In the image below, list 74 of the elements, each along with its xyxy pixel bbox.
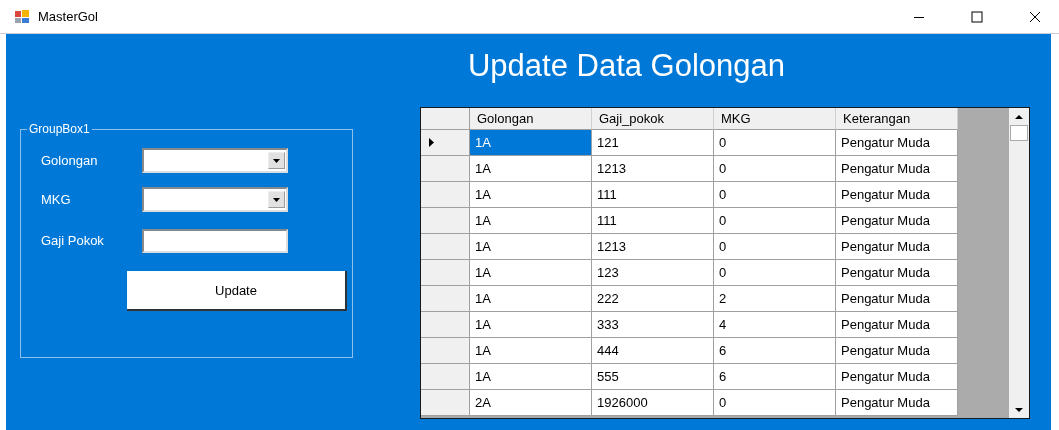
dropdown-icon[interactable]	[268, 152, 285, 169]
column-header[interactable]: Keterangan	[836, 108, 958, 130]
row-header[interactable]	[421, 234, 470, 260]
table-cell: Pengatur Muda	[836, 234, 958, 260]
table-cell: 4	[714, 312, 836, 338]
table-cell: 111	[592, 182, 714, 208]
table-cell: 0	[714, 234, 836, 260]
table-cell: 1A	[470, 208, 592, 234]
table-cell: Pengatur Muda	[836, 390, 958, 416]
row-header[interactable]	[421, 208, 470, 234]
table-cell: Pengatur Muda	[836, 286, 958, 312]
table-cell: 0	[714, 182, 836, 208]
maximize-icon[interactable]	[971, 10, 983, 23]
row-header[interactable]	[421, 312, 470, 338]
table-cell: 1926000	[592, 390, 714, 416]
table-cell: 0	[714, 130, 836, 156]
table-cell: 1A	[470, 364, 592, 390]
row-header[interactable]	[421, 130, 470, 156]
app-icon	[14, 8, 30, 25]
scrollbar[interactable]	[1009, 108, 1029, 418]
table-cell: Pengatur Muda	[836, 260, 958, 286]
dropdown-icon[interactable]	[268, 191, 285, 208]
table-cell: 6	[714, 364, 836, 390]
table-cell: Pengatur Muda	[836, 182, 958, 208]
table-cell: 1A	[470, 130, 592, 156]
table-cell: 1A	[470, 156, 592, 182]
table-cell: 6	[714, 338, 836, 364]
row-header[interactable]	[421, 338, 470, 364]
field-label: Gaji Pokok	[41, 233, 105, 248]
table-cell: 111	[592, 208, 714, 234]
row-header[interactable]	[421, 156, 470, 182]
table-cell: 1A	[470, 182, 592, 208]
table-cell: 2	[714, 286, 836, 312]
column-header[interactable]: Golongan	[470, 108, 592, 130]
row-header[interactable]	[421, 364, 470, 390]
row-header[interactable]	[421, 260, 470, 286]
table-cell: 1A	[470, 260, 592, 286]
table-cell: 444	[592, 338, 714, 364]
table-cell: 1A	[470, 286, 592, 312]
table-cell: 333	[592, 312, 714, 338]
group-box-title: GroupBox1	[27, 122, 92, 136]
row-header[interactable]	[421, 286, 470, 312]
table-cell: 1A	[470, 338, 592, 364]
table-cell: 1A	[470, 234, 592, 260]
update-button[interactable]: Update	[127, 271, 347, 311]
table-cell: 555	[592, 364, 714, 390]
table-cell: 121	[592, 130, 714, 156]
column-header[interactable]: MKG	[714, 108, 836, 130]
field-label: MKG	[41, 192, 72, 207]
row-header[interactable]	[421, 390, 470, 416]
table-cell: 0	[714, 208, 836, 234]
table-cell: Pengatur Muda	[836, 208, 958, 234]
table-cell: 123	[592, 260, 714, 286]
row-header[interactable]	[421, 182, 470, 208]
window-title: MasterGol	[38, 9, 98, 24]
table-cell: Pengatur Muda	[836, 312, 958, 338]
column-header[interactable]: Gaji_pokok	[592, 108, 714, 130]
table-cell: 2A	[470, 390, 592, 416]
table-cell: Pengatur Muda	[836, 364, 958, 390]
scroll-thumb[interactable]	[1010, 125, 1028, 141]
table-cell: 0	[714, 156, 836, 182]
table-cell: 1A	[470, 312, 592, 338]
table-cell: Pengatur Muda	[836, 130, 958, 156]
table-cell: Pengatur Muda	[836, 338, 958, 364]
table-cell: 1213	[592, 234, 714, 260]
table-cell: 1213	[592, 156, 714, 182]
table-cell: 222	[592, 286, 714, 312]
table-cell: Pengatur Muda	[836, 156, 958, 182]
close-icon[interactable]	[1029, 10, 1041, 23]
table-cell: 0	[714, 260, 836, 286]
page-heading: Update Data Golongan	[466, 47, 787, 85]
table-cell: 0	[714, 390, 836, 416]
input-field[interactable]	[142, 228, 288, 253]
field-label: Golongan	[41, 153, 99, 168]
